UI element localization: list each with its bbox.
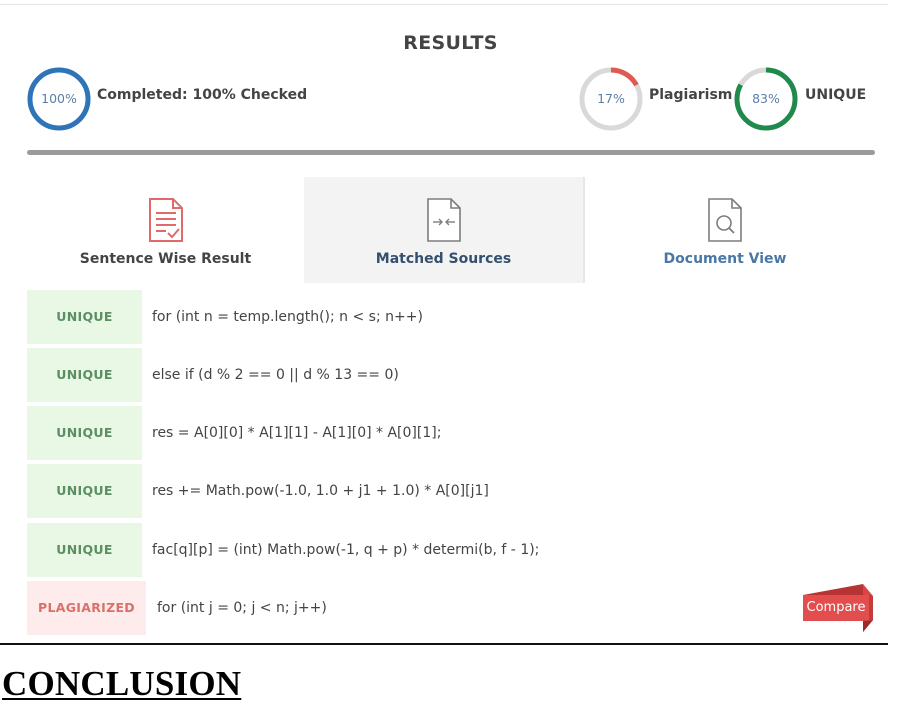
result-row: UNIQUE fac[q][p] = (int) Math.pow(-1, q …	[27, 523, 875, 577]
plagiarism-progress-ring: 17%	[578, 66, 644, 132]
status-badge: UNIQUE	[27, 464, 142, 518]
unique-label: UNIQUE	[805, 87, 867, 103]
result-row: UNIQUE res += Math.pow(-1.0, 1.0 + j1 + …	[27, 464, 875, 518]
completed-progress-ring: 100%	[26, 66, 92, 132]
sentence-text: for (int n = temp.length(); n < s; n++)	[152, 309, 423, 325]
completed-label: Completed: 100% Checked	[97, 87, 308, 103]
tab-label: Matched Sources	[375, 251, 512, 267]
section-divider	[0, 643, 888, 645]
results-title: RESULTS	[403, 32, 498, 54]
compare-button[interactable]: Compare	[803, 584, 873, 632]
tab-sentence-wise-result[interactable]: Sentence Wise Result	[27, 177, 304, 283]
compare-label: Compare	[806, 600, 866, 615]
overall-progress-bar	[27, 150, 875, 155]
plagiarism-percent: 17%	[597, 91, 625, 106]
result-row: PLAGIARIZED for (int j = 0; j < n; j++)	[27, 581, 875, 635]
tab-document-view[interactable]: Document View	[585, 177, 865, 283]
status-badge: UNIQUE	[27, 406, 142, 460]
tab-label: Document View	[663, 251, 787, 267]
tab-matched-sources[interactable]: Matched Sources	[304, 177, 585, 283]
unique-progress-ring: 83%	[733, 66, 799, 132]
sentence-text: for (int j = 0; j < n; j++)	[157, 600, 327, 616]
sentence-text: res += Math.pow(-1.0, 1.0 + j1 + 1.0) * …	[152, 483, 489, 499]
sentence-text: fac[q][p] = (int) Math.pow(-1, q + p) * …	[152, 542, 540, 558]
result-row: UNIQUE for (int n = temp.length(); n < s…	[27, 290, 875, 344]
document-search-icon	[708, 198, 742, 242]
sentence-text: else if (d % 2 == 0 || d % 13 == 0)	[152, 367, 399, 383]
status-badge: UNIQUE	[27, 348, 142, 402]
conclusion-heading: CONCLUSION	[2, 664, 242, 703]
result-row: UNIQUE else if (d % 2 == 0 || d % 13 == …	[27, 348, 875, 402]
matched-sources-icon	[426, 198, 461, 242]
top-divider	[0, 4, 888, 5]
result-row: UNIQUE res = A[0][0] * A[1][1] - A[1][0]…	[27, 406, 875, 460]
status-badge: PLAGIARIZED	[27, 581, 146, 635]
sentence-text: res = A[0][0] * A[1][1] - A[1][0] * A[0]…	[152, 425, 442, 441]
unique-percent: 83%	[752, 91, 780, 106]
status-badge: UNIQUE	[27, 290, 142, 344]
plagiarism-label: Plagiarism	[649, 87, 733, 103]
status-badge: UNIQUE	[27, 523, 142, 577]
completed-percent: 100%	[41, 91, 77, 106]
document-check-icon	[148, 198, 183, 242]
tab-label: Sentence Wise Result	[79, 251, 252, 267]
